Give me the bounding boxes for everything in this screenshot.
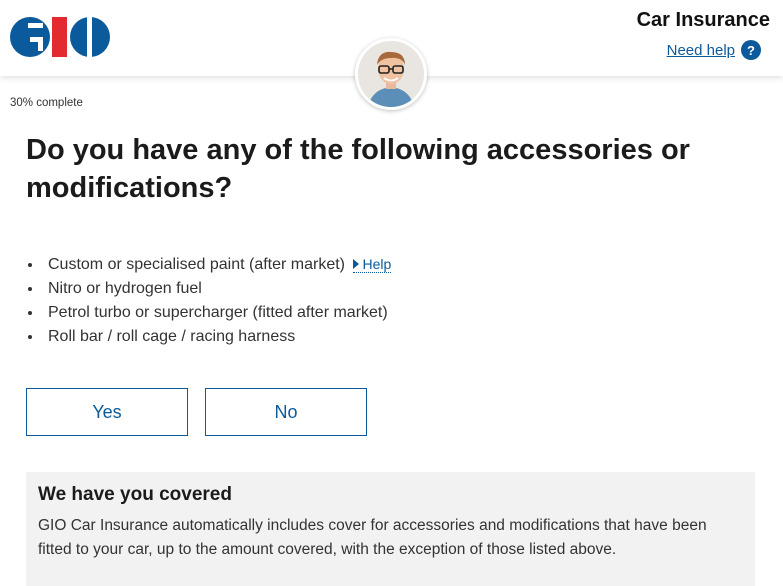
- list-item: Nitro or hydrogen fuel: [27, 277, 391, 301]
- question-icon[interactable]: ?: [741, 40, 761, 60]
- help-link[interactable]: Help: [353, 256, 392, 273]
- product-title: Car Insurance: [636, 9, 770, 31]
- yes-button[interactable]: Yes: [26, 388, 188, 436]
- info-box: We have you covered GIO Car Insurance au…: [26, 472, 755, 586]
- agent-avatar: [355, 38, 427, 110]
- info-title: We have you covered: [38, 484, 232, 505]
- list-item-label: Petrol turbo or supercharger (fitted aft…: [48, 304, 388, 321]
- help-link-label[interactable]: Help: [362, 256, 391, 272]
- gio-logo[interactable]: [10, 17, 110, 57]
- need-help-link[interactable]: Need help: [667, 42, 735, 59]
- list-item: Custom or specialised paint (after marke…: [27, 253, 392, 277]
- list-item: Petrol turbo or supercharger (fitted aft…: [27, 301, 391, 325]
- page: Car Insurance Need help ? 30% complete D…: [0, 0, 783, 586]
- list-item-label: Custom or specialised paint (after marke…: [48, 256, 345, 273]
- info-text: GIO Car Insurance automatically includes…: [38, 517, 707, 558]
- avatar-portrait: [358, 41, 424, 107]
- need-help[interactable]: Need help ?: [667, 40, 761, 60]
- list-item-label: Roll bar / roll cage / racing harness: [48, 328, 296, 345]
- no-button[interactable]: No: [205, 388, 367, 436]
- list-item-label: Nitro or hydrogen fuel: [48, 280, 202, 297]
- modifications-list: Custom or specialised paint (after marke…: [27, 253, 392, 349]
- question-title: Do you have any of the following accesso…: [26, 134, 690, 204]
- triangle-right-icon: [353, 259, 360, 269]
- list-item: Roll bar / roll cage / racing harness: [27, 325, 391, 349]
- progress-text: 30% complete: [10, 97, 83, 109]
